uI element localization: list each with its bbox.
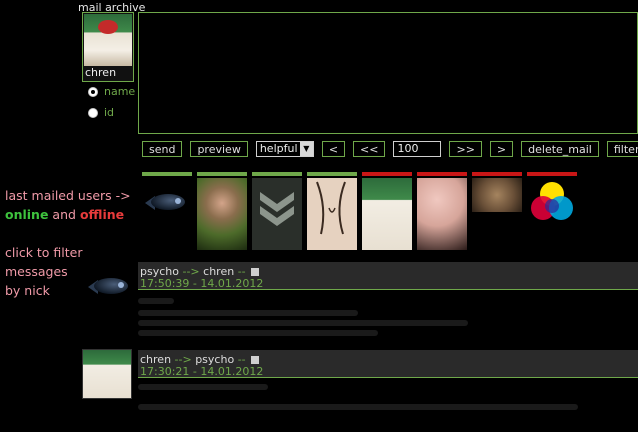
recent-user[interactable] xyxy=(527,172,577,250)
message-sender-avatar[interactable] xyxy=(88,268,132,302)
message-timestamp: 17:50:39 - 14.01.2012 xyxy=(140,277,264,290)
recent-user[interactable] xyxy=(197,172,247,250)
filter-option-name-label: name xyxy=(104,85,136,98)
sketch-avatar-icon xyxy=(307,178,357,250)
send-button[interactable]: send xyxy=(142,141,183,157)
filter-by-button[interactable]: filter_by xyxy=(606,141,638,157)
offline-label: offline xyxy=(79,207,125,222)
next-page-button[interactable]: >> xyxy=(449,141,482,157)
sort-select-value: helpful xyxy=(259,142,298,155)
recent-user[interactable] xyxy=(142,172,192,250)
delete-mail-button[interactable]: delete_mail xyxy=(521,141,599,157)
sidebar-legend-title: last mailed users -> xyxy=(5,188,131,203)
sidebar-legend-status: online and offline xyxy=(5,205,131,224)
last-page-button[interactable]: > xyxy=(489,141,514,157)
profile-avatar[interactable]: chren xyxy=(82,12,134,82)
first-page-button[interactable]: < xyxy=(321,141,346,157)
wolf-avatar-icon xyxy=(472,178,522,212)
filter-option-id-label: id xyxy=(104,106,115,119)
message-header: psycho --> chren -- 17:50:39 - 14.01.201… xyxy=(138,262,638,290)
warrior-avatar-icon xyxy=(197,178,247,250)
compose-textarea[interactable] xyxy=(138,12,638,134)
recent-user[interactable] xyxy=(362,172,412,250)
recent-users-list xyxy=(142,172,577,250)
select-checkbox[interactable] xyxy=(251,356,260,364)
select-checkbox[interactable] xyxy=(251,268,260,276)
fish-avatar-icon xyxy=(88,268,132,302)
preview-button[interactable]: preview xyxy=(190,141,248,157)
message-header: chren --> psycho -- 17:30:21 - 14.01.201… xyxy=(138,350,638,378)
message-sender-avatar[interactable] xyxy=(82,349,132,399)
filter-hint-1: click to filter xyxy=(5,245,83,260)
recent-user[interactable] xyxy=(417,172,467,250)
filter-option-id[interactable]: id xyxy=(88,106,114,119)
and-label: and xyxy=(52,207,76,222)
recent-user[interactable] xyxy=(472,172,522,250)
chevron-down-icon: ▼ xyxy=(299,142,313,156)
recent-user[interactable] xyxy=(307,172,357,250)
recent-user[interactable] xyxy=(252,172,302,250)
prev-page-button[interactable]: << xyxy=(353,141,386,157)
jar-avatar-icon xyxy=(84,14,132,66)
chevron-rank-avatar-icon xyxy=(252,178,302,250)
radio-name[interactable] xyxy=(88,86,98,97)
count-input[interactable]: 100 xyxy=(393,141,442,157)
radio-id[interactable] xyxy=(88,107,98,118)
message-body-blurred xyxy=(138,380,638,432)
jar-avatar-icon xyxy=(362,178,412,250)
fish-avatar-icon xyxy=(142,178,192,250)
message-body-blurred xyxy=(138,292,638,344)
rgb-circles-avatar-icon xyxy=(527,178,577,230)
message-timestamp: 17:30:21 - 14.01.2012 xyxy=(140,365,264,378)
sort-select[interactable]: helpful ▼ xyxy=(255,141,314,157)
toolbar: send preview helpful ▼ < << 100 >> > del… xyxy=(142,141,638,157)
face-avatar-icon xyxy=(417,178,467,250)
profile-username: chren xyxy=(85,66,117,79)
online-label: online xyxy=(5,207,49,222)
jar-avatar-icon xyxy=(83,350,131,398)
filter-option-name[interactable]: name xyxy=(88,85,135,98)
